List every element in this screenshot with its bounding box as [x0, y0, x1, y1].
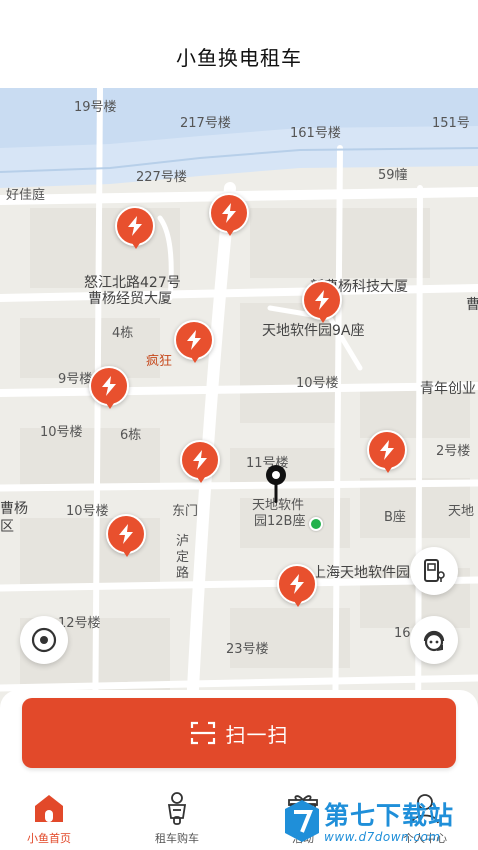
target-icon [31, 627, 57, 653]
scan-frame-icon [190, 721, 215, 745]
app-header: 小鱼换电租车 [0, 0, 478, 88]
watermark-url: www.d7down.com [324, 830, 441, 844]
map-label: 16 [394, 626, 411, 641]
map-label: 疯狂 [146, 354, 173, 369]
tab-home[interactable]: 小鱼首页 [4, 791, 94, 849]
map-label: 曹杨 [0, 501, 28, 517]
watermark: 第七下载站 www.d7down.com [276, 794, 478, 850]
battery-station-marker[interactable] [89, 366, 131, 412]
map-label: 19号楼 [74, 100, 117, 115]
map-label: 6栋 [120, 428, 142, 443]
lightning-bolt-icon [290, 574, 304, 594]
battery-station-marker[interactable] [115, 206, 157, 252]
map-label: 好佳庭 [6, 188, 46, 203]
map-label: 4栋 [112, 326, 134, 341]
map-label: 9号楼 [58, 372, 93, 387]
battery-station-marker[interactable] [302, 280, 344, 326]
map-label: 10号楼 [40, 425, 83, 440]
headset-icon [423, 630, 445, 652]
battery-station-marker[interactable] [277, 564, 319, 610]
scooter-icon [167, 792, 187, 825]
lightning-bolt-icon [119, 524, 133, 544]
map-label: 59幢 [378, 168, 408, 183]
lightning-bolt-icon [315, 290, 329, 310]
map-label: 151号 [432, 116, 470, 131]
battery-station-marker[interactable] [367, 430, 409, 476]
map-label: 路 [176, 566, 190, 581]
map-label: 23号楼 [226, 642, 269, 657]
watermark-logo-icon [285, 800, 319, 842]
station-building-icon [424, 559, 445, 582]
map-label: 217号楼 [180, 116, 231, 131]
tab-rent-buy[interactable]: 租车购车 [132, 791, 222, 849]
lightning-bolt-icon [102, 376, 116, 396]
map-label: 青年创业 [420, 381, 476, 397]
map-view[interactable]: 19号楼 217号楼 161号楼 151号 227号楼 59幢 好佳庭 怒江北路… [0, 88, 478, 748]
home-icon [35, 795, 63, 822]
scan-button[interactable]: 扫一扫 [22, 698, 456, 768]
battery-station-marker[interactable] [174, 320, 216, 366]
page-title: 小鱼换电租车 [176, 46, 302, 70]
current-location-dot [309, 517, 323, 531]
watermark-name: 第七下载站 [324, 801, 455, 830]
map-label: 东门 [172, 504, 199, 519]
map-label: 天地 [448, 504, 475, 519]
customer-service-button[interactable] [410, 616, 458, 664]
lightning-bolt-icon [380, 440, 394, 460]
tab-label: 小鱼首页 [27, 832, 71, 845]
location-pin-icon [266, 465, 286, 503]
battery-station-marker[interactable] [180, 440, 222, 486]
locate-me-button[interactable] [20, 616, 68, 664]
scan-button-label: 扫一扫 [225, 722, 289, 747]
map-label: B座 [384, 510, 406, 525]
battery-station-marker[interactable] [106, 514, 148, 560]
map-label: 园12B座 [254, 514, 306, 529]
battery-station-marker[interactable] [209, 193, 251, 239]
lightning-bolt-icon [128, 216, 142, 236]
station-list-button[interactable] [410, 547, 458, 595]
tab-label: 租车购车 [155, 832, 199, 845]
lightning-bolt-icon [222, 203, 236, 223]
map-label: 曹 [466, 297, 478, 313]
map-label: 227号楼 [136, 170, 187, 185]
map-label: 2号楼 [436, 444, 471, 459]
map-label: 10号楼 [66, 504, 109, 519]
lightning-bolt-icon [193, 450, 207, 470]
map-label: 曹杨经贸大厦 [88, 291, 172, 307]
lightning-bolt-icon [187, 330, 201, 350]
map-label: 161号楼 [290, 126, 341, 141]
map-label: 10号楼 [296, 376, 339, 391]
map-label: 上海天地软件园 [312, 565, 410, 581]
map-label: 区 [0, 519, 14, 535]
